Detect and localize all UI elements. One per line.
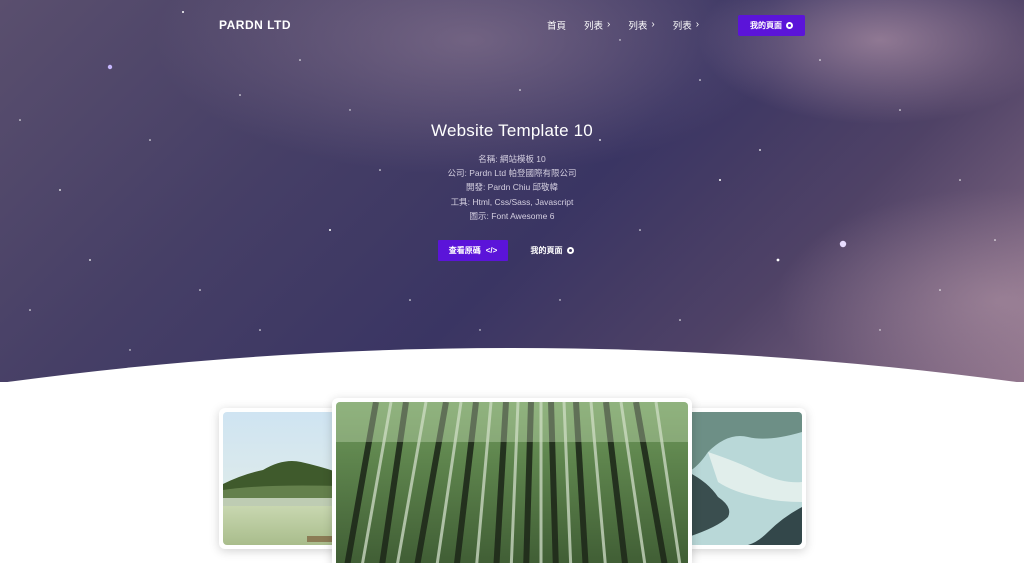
hero-section: PARDN LTD 首頁 列表 › 列表 › 列表 › 我的頁面 Website…	[0, 0, 1024, 382]
river-canyon-photo	[688, 412, 802, 545]
github-icon	[786, 22, 793, 29]
my-page-nav-button[interactable]: 我的頁面	[738, 15, 805, 36]
info-icons: 圖示: Font Awesome 6	[469, 210, 555, 221]
lake-hills-photo	[223, 412, 337, 545]
info-company: 公司: Pardn Ltd 帕登國際有限公司	[447, 168, 577, 179]
nav-item-list-3[interactable]: 列表 ›	[672, 18, 700, 33]
nav-item-label: 列表	[584, 21, 604, 32]
nav-item-label: 列表	[628, 21, 648, 32]
info-developer: 開發: Pardn Chiu 邱敬幃	[465, 182, 559, 193]
template-info-list: 名稱: 網站模板 10 公司: Pardn Ltd 帕登國際有限公司 開發: P…	[0, 152, 1024, 223]
info-name: 名稱: 網站模板 10	[478, 154, 546, 164]
brand-logo[interactable]: PARDN LTD	[219, 18, 291, 32]
chevron-right-icon: ›	[607, 19, 611, 30]
gallery-card-center[interactable]	[332, 398, 692, 563]
main-nav: 首頁 列表 › 列表 › 列表 ›	[547, 18, 700, 33]
nav-item-label: 列表	[672, 21, 692, 32]
nav-item-list-1[interactable]: 列表 ›	[584, 18, 611, 33]
hero-bottom-curve	[7, 348, 1017, 382]
page-title: Website Template 10	[431, 121, 593, 140]
nav-item-home[interactable]: 首頁	[547, 18, 566, 32]
info-tools: 工具: Html, Css/Sass, Javascript	[450, 196, 574, 207]
gallery-card-right[interactable]	[684, 408, 806, 549]
nav-item-home-label: 首頁	[547, 21, 567, 32]
view-source-button[interactable]: 查看原碼 </>	[438, 240, 508, 261]
bamboo-forest-photo	[336, 402, 688, 563]
nav-item-list-2[interactable]: 列表 ›	[628, 18, 655, 33]
my-page-button[interactable]: 我的頁面	[522, 240, 582, 261]
my-page-nav-label: 我的頁面	[750, 21, 782, 30]
github-icon	[566, 247, 574, 254]
view-source-label: 查看原碼	[448, 246, 481, 255]
chevron-right-icon: ›	[695, 19, 700, 30]
code-icon: </>	[485, 246, 498, 255]
chevron-right-icon: ›	[651, 19, 655, 30]
gallery-card-left[interactable]	[219, 408, 341, 549]
my-page-label: 我的頁面	[530, 246, 563, 255]
